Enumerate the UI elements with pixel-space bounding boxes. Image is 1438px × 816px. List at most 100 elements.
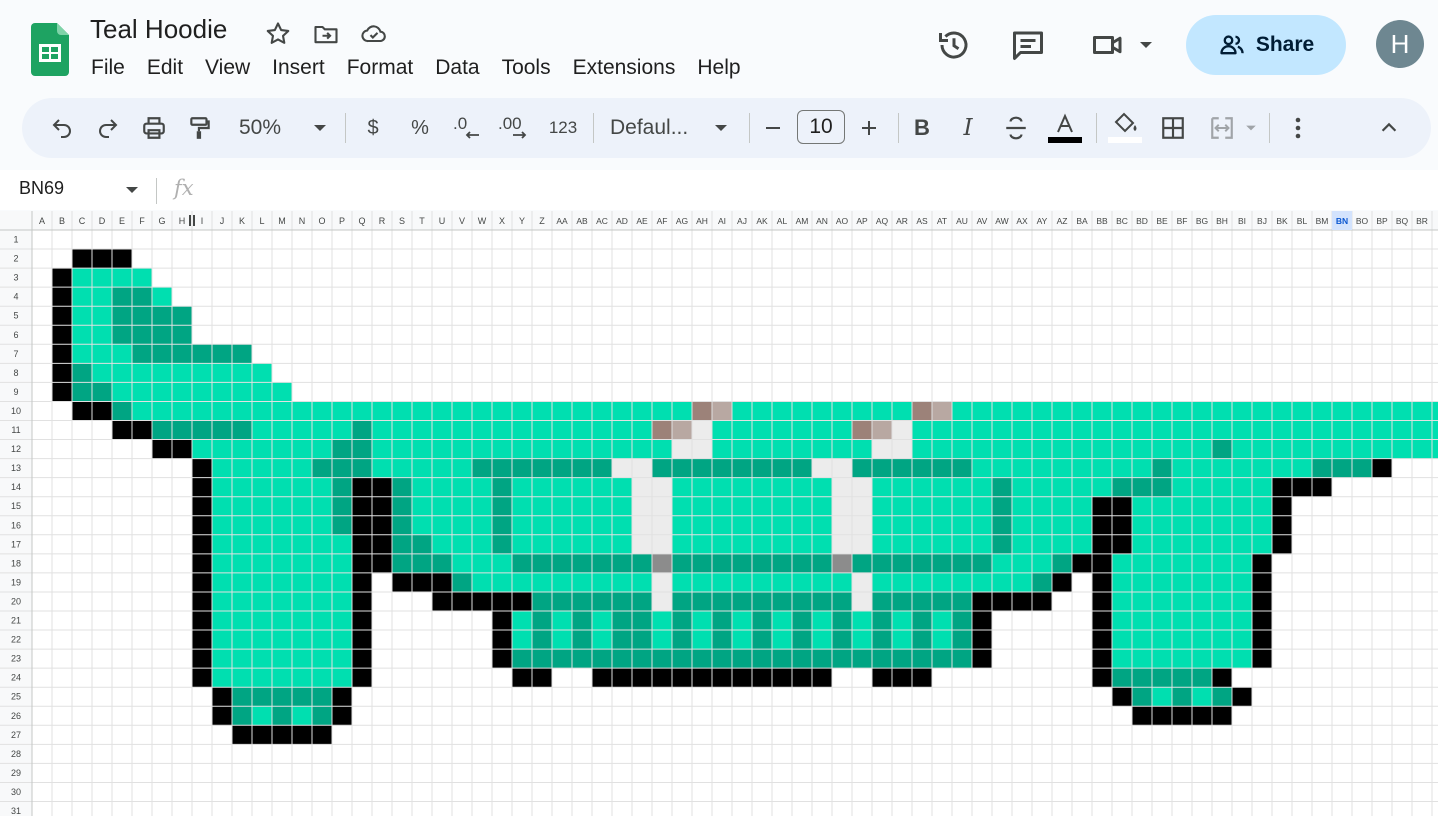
filled-cell[interactable] [1152,630,1172,650]
filled-cell[interactable] [472,553,492,574]
filled-cell[interactable] [1132,572,1152,593]
filled-cell[interactable] [832,553,852,574]
filled-cell[interactable] [1372,439,1392,459]
filled-cell[interactable] [652,515,672,536]
filled-cell[interactable] [132,401,152,421]
filled-cell[interactable] [312,572,332,593]
filled-cell[interactable] [392,458,412,478]
filled-cell[interactable] [1132,706,1152,726]
filled-cell[interactable] [672,477,692,497]
filled-cell[interactable] [192,382,212,402]
filled-cell[interactable] [812,630,832,650]
column-header[interactable]: B [59,216,65,226]
filled-cell[interactable] [252,687,272,707]
filled-cell[interactable] [512,668,532,688]
filled-cell[interactable] [212,363,232,383]
filled-cell[interactable] [192,591,212,612]
filled-cell[interactable] [732,496,752,517]
version-history-icon[interactable] [936,27,972,63]
filled-cell[interactable] [712,439,732,459]
filled-cell[interactable] [572,515,592,536]
filled-cell[interactable] [692,553,712,574]
filled-cell[interactable] [332,668,352,688]
filled-cell[interactable] [572,496,592,517]
filled-cell[interactable] [1192,439,1212,459]
filled-cell[interactable] [292,515,312,536]
filled-cell[interactable] [1072,458,1092,478]
filled-cell[interactable] [152,306,172,326]
filled-cell[interactable] [712,668,732,688]
row-header[interactable]: 4 [13,292,18,302]
filled-cell[interactable] [1252,630,1272,650]
filled-cell[interactable] [232,363,252,383]
filled-cell[interactable] [872,553,892,574]
filled-cell[interactable] [812,572,832,593]
name-box[interactable]: BN69 [19,178,64,199]
filled-cell[interactable] [552,553,572,574]
filled-cell[interactable] [1152,420,1172,440]
filled-cell[interactable] [1032,534,1052,555]
filled-cell[interactable] [632,420,652,440]
filled-cell[interactable] [1132,630,1152,650]
filled-cell[interactable] [792,572,812,593]
column-header[interactable]: I [201,216,204,226]
filled-cell[interactable] [252,706,272,726]
filled-cell[interactable] [112,306,132,326]
filled-cell[interactable] [792,515,812,536]
filled-cell[interactable] [612,458,632,478]
filled-cell[interactable] [712,477,732,497]
filled-cell[interactable] [332,534,352,555]
filled-cell[interactable] [1372,401,1392,421]
filled-cell[interactable] [852,611,872,631]
filled-cell[interactable] [832,439,852,459]
filled-cell[interactable] [1152,477,1172,497]
filled-cell[interactable] [1212,591,1232,612]
filled-cell[interactable] [1112,496,1132,517]
filled-cell[interactable] [1252,572,1272,593]
freeze-handle-icon[interactable] [189,215,191,226]
filled-cell[interactable] [772,515,792,536]
freeze-handle-icon[interactable] [193,215,195,226]
filled-cell[interactable] [192,363,212,383]
filled-cell[interactable] [732,668,752,688]
filled-cell[interactable] [192,401,212,421]
filled-cell[interactable] [1192,572,1212,593]
font-size-input[interactable]: 10 [797,110,845,144]
filled-cell[interactable] [752,630,772,650]
filled-cell[interactable] [492,534,512,555]
filled-cell[interactable] [512,496,532,517]
filled-cell[interactable] [1152,687,1172,707]
filled-cell[interactable] [652,458,672,478]
filled-cell[interactable] [1192,649,1212,669]
column-header[interactable]: K [239,216,245,226]
filled-cell[interactable] [1272,496,1292,517]
filled-cell[interactable] [932,401,952,421]
filled-cell[interactable] [1132,591,1152,612]
filled-cell[interactable] [152,344,172,364]
filled-cell[interactable] [612,401,632,421]
filled-cell[interactable] [252,572,272,593]
filled-cell[interactable] [1012,496,1032,517]
row-header[interactable]: 29 [11,768,21,778]
filled-cell[interactable] [252,439,272,459]
filled-cell[interactable] [632,649,652,669]
filled-cell[interactable] [272,572,292,593]
filled-cell[interactable] [872,420,892,440]
filled-cell[interactable] [1192,706,1212,726]
filled-cell[interactable] [312,725,332,745]
filled-cell[interactable] [652,668,672,688]
filled-cell[interactable] [1172,611,1192,631]
filled-cell[interactable] [1212,439,1232,459]
filled-cell[interactable] [352,553,372,574]
column-header[interactable]: W [478,216,487,226]
filled-cell[interactable] [572,458,592,478]
filled-cell[interactable] [912,611,932,631]
filled-cell[interactable] [412,439,432,459]
filled-cell[interactable] [672,611,692,631]
filled-cell[interactable] [672,496,692,517]
filled-cell[interactable] [852,477,872,497]
filled-cell[interactable] [272,401,292,421]
column-header[interactable]: BR [1416,216,1428,226]
filled-cell[interactable] [332,477,352,497]
filled-cell[interactable] [1192,534,1212,555]
